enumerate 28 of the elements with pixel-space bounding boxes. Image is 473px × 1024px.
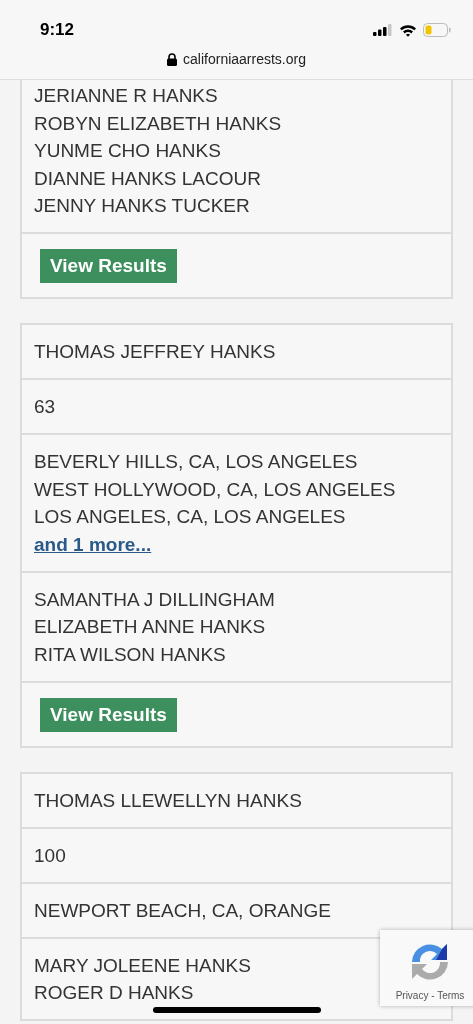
person-age: 63	[34, 396, 56, 417]
person-name: THOMAS JEFFREY HANKS	[34, 341, 276, 362]
wifi-icon	[399, 23, 417, 37]
address-bar[interactable]: californiaarrests.org	[0, 51, 473, 67]
relative-name: ELIZABETH ANNE HANKS	[34, 615, 266, 639]
status-time: 9:12	[40, 20, 75, 40]
location-text: WEST HOLLYWOOD, CA, LOS ANGELES	[34, 477, 396, 502]
location-text: NEWPORT BEACH, CA, ORANGE	[34, 898, 331, 923]
relative-name: YUNME CHO HANKS	[34, 139, 221, 163]
relative-name: ROBYN ELIZABETH HANKS	[34, 111, 282, 136]
view-results-button[interactable]: View Results	[40, 249, 177, 283]
person-name: THOMAS LLEWELLYN HANKS	[34, 789, 302, 811]
person-age: 100	[34, 844, 66, 866]
relative-name: JERIANNE R HANKS	[34, 84, 218, 108]
relative-name: DIANNE HANKS LACOUR	[34, 166, 261, 191]
battery-icon	[423, 23, 451, 37]
privacy-terms-links[interactable]: Privacy - Terms	[395, 990, 465, 1001]
view-results-button[interactable]: View Results	[40, 697, 177, 732]
relative-name: MARY JOLEENE HANKS	[34, 953, 251, 978]
relative-name: JENNY HANKS TUCKER	[34, 194, 250, 218]
signal-icon	[373, 24, 393, 36]
relative-name: RITA WILSON HANKS	[34, 642, 226, 667]
lock-icon	[167, 52, 178, 66]
location-text: LOS ANGELES, CA, LOS ANGELES	[34, 505, 346, 529]
relative-name: SAMANTHA J DILLINGHAM	[34, 587, 275, 612]
relative-name: ROGER D HANKS	[34, 981, 194, 1005]
location-text: BEVERLY HILLS, CA, LOS ANGELES	[34, 450, 358, 474]
more-locations-link[interactable]: and 1 more...	[34, 532, 152, 557]
